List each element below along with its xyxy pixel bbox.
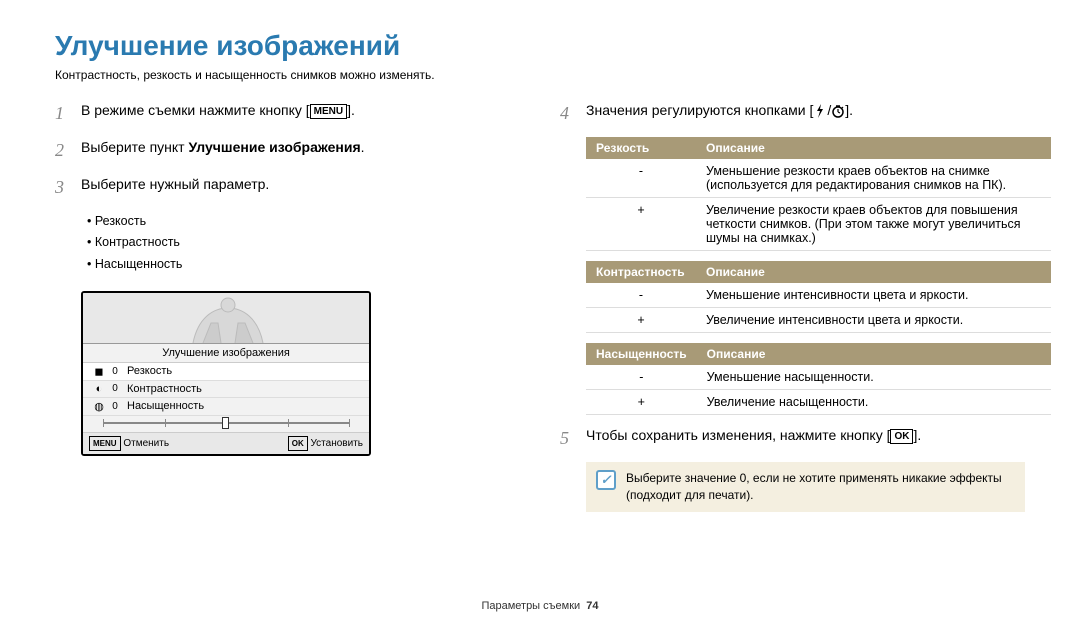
th: Описание (696, 261, 1051, 283)
text: ]. (913, 427, 921, 443)
flash-icon (813, 104, 827, 118)
lcd-menu: Улучшение изображения ◼ 0 Резкость ◐ 0 К… (83, 343, 369, 454)
lcd-row-saturation: ◍ 0 Насыщенность (83, 398, 369, 416)
step-text: Выберите нужный параметр. (81, 174, 269, 201)
value: 0 (107, 366, 123, 377)
saturation-table: НасыщенностьОписание -Уменьшение насыщен… (586, 343, 1051, 415)
content-columns: 1 В режиме съемки нажмите кнопку [MENU].… (55, 100, 1025, 512)
th: Контрастность (586, 261, 696, 283)
desc: Уменьшение резкости краев объектов на сн… (696, 159, 1051, 198)
step-number: 1 (55, 100, 71, 127)
key: + (586, 198, 696, 251)
text: ]. (845, 102, 853, 118)
label: Контрастность (123, 383, 361, 395)
text: . (361, 139, 365, 155)
step-5: 5 Чтобы сохранить изменения, нажмите кно… (560, 425, 1025, 452)
table-row: +Увеличение насыщенности. (586, 390, 1051, 415)
lcd-slider (83, 416, 369, 432)
lcd-menu-title: Улучшение изображения (83, 344, 369, 363)
timer-icon (831, 104, 845, 118)
step-text: Значения регулируются кнопками [/]. (586, 100, 853, 127)
left-column: 1 В режиме съемки нажмите кнопку [MENU].… (55, 100, 520, 512)
step-2: 2 Выберите пункт Улучшение изображения. (55, 137, 520, 164)
contrast-table: КонтрастностьОписание -Уменьшение интенс… (586, 261, 1051, 333)
text: Выберите пункт (81, 139, 188, 155)
note-icon: ✓ (596, 470, 616, 490)
sharpness-icon: ◼ (91, 365, 107, 378)
lcd-cancel: MENU Отменить (89, 436, 169, 451)
contrast-icon: ◐ (91, 383, 107, 395)
key: - (586, 365, 697, 390)
menu-icon: MENU (89, 436, 121, 451)
key: - (586, 283, 696, 308)
ok-icon: OK (288, 436, 308, 451)
table-row: -Уменьшение насыщенности. (586, 365, 1051, 390)
table-row: +Увеличение интенсивности цвета и яркост… (586, 308, 1051, 333)
desc: Увеличение интенсивности цвета и яркости… (696, 308, 1051, 333)
footer-label: Параметры съемки (481, 600, 580, 612)
step-text: Выберите пункт Улучшение изображения. (81, 137, 365, 164)
step-text: Чтобы сохранить изменения, нажмите кнопк… (586, 425, 921, 452)
table-row: -Уменьшение резкости краев объектов на с… (586, 159, 1051, 198)
step-number: 4 (560, 100, 576, 127)
th: Описание (697, 343, 1051, 365)
page-footer: Параметры съемки 74 (0, 600, 1080, 612)
step-number: 5 (560, 425, 576, 452)
value: 0 (107, 383, 123, 394)
note-text: Выберите значение 0, если не хотите прим… (626, 470, 1015, 504)
desc: Уменьшение интенсивности цвета и яркости… (696, 283, 1051, 308)
desc: Уменьшение насыщенности. (697, 365, 1051, 390)
note-box: ✓ Выберите значение 0, если не хотите пр… (586, 462, 1025, 512)
label: Насыщенность (123, 400, 361, 412)
lcd-set: OK Установить (288, 436, 363, 451)
page-title: Улучшение изображений (55, 30, 1025, 62)
desc: Увеличение резкости краев объектов для п… (696, 198, 1051, 251)
step-number: 3 (55, 174, 71, 201)
footer-page: 74 (586, 600, 598, 612)
step-3: 3 Выберите нужный параметр. (55, 174, 520, 201)
saturation-icon: ◍ (91, 400, 107, 413)
lcd-row-sharpness: ◼ 0 Резкость (83, 363, 369, 381)
th: Насыщенность (586, 343, 697, 365)
list-item: Контрастность (87, 232, 520, 253)
bullet-list: Резкость Контрастность Насыщенность (55, 211, 520, 275)
value: 0 (107, 401, 123, 412)
lcd-footer: MENU Отменить OK Установить (83, 432, 369, 454)
list-item: Резкость (87, 211, 520, 232)
label: Резкость (123, 365, 361, 377)
lcd-row-contrast: ◐ 0 Контрастность (83, 381, 369, 398)
text: В режиме съемки нажмите кнопку [ (81, 102, 310, 118)
step-1: 1 В режиме съемки нажмите кнопку [MENU]. (55, 100, 520, 127)
list-item: Насыщенность (87, 254, 520, 275)
key: + (586, 390, 697, 415)
text: ]. (347, 102, 355, 118)
page-subtitle: Контрастность, резкость и насыщенность с… (55, 68, 1025, 82)
sharpness-table: РезкостьОписание -Уменьшение резкости кр… (586, 137, 1051, 251)
camera-screenshot: Улучшение изображения ◼ 0 Резкость ◐ 0 К… (81, 291, 371, 456)
th: Резкость (586, 137, 696, 159)
right-column: 4 Значения регулируются кнопками [/]. Ре… (560, 100, 1025, 512)
ok-icon: OK (890, 429, 913, 444)
step-text: В режиме съемки нажмите кнопку [MENU]. (81, 100, 355, 127)
desc: Увеличение насыщенности. (697, 390, 1051, 415)
text: Чтобы сохранить изменения, нажмите кнопк… (586, 427, 890, 443)
th: Описание (696, 137, 1051, 159)
step-4: 4 Значения регулируются кнопками [/]. (560, 100, 1025, 127)
step-number: 2 (55, 137, 71, 164)
table-row: -Уменьшение интенсивности цвета и яркост… (586, 283, 1051, 308)
lcd-photo-preview (83, 293, 369, 343)
key: - (586, 159, 696, 198)
text: Значения регулируются кнопками [ (586, 102, 813, 118)
key: + (586, 308, 696, 333)
table-row: +Увеличение резкости краев объектов для … (586, 198, 1051, 251)
text-bold: Улучшение изображения (188, 139, 360, 155)
menu-icon: MENU (310, 104, 347, 119)
